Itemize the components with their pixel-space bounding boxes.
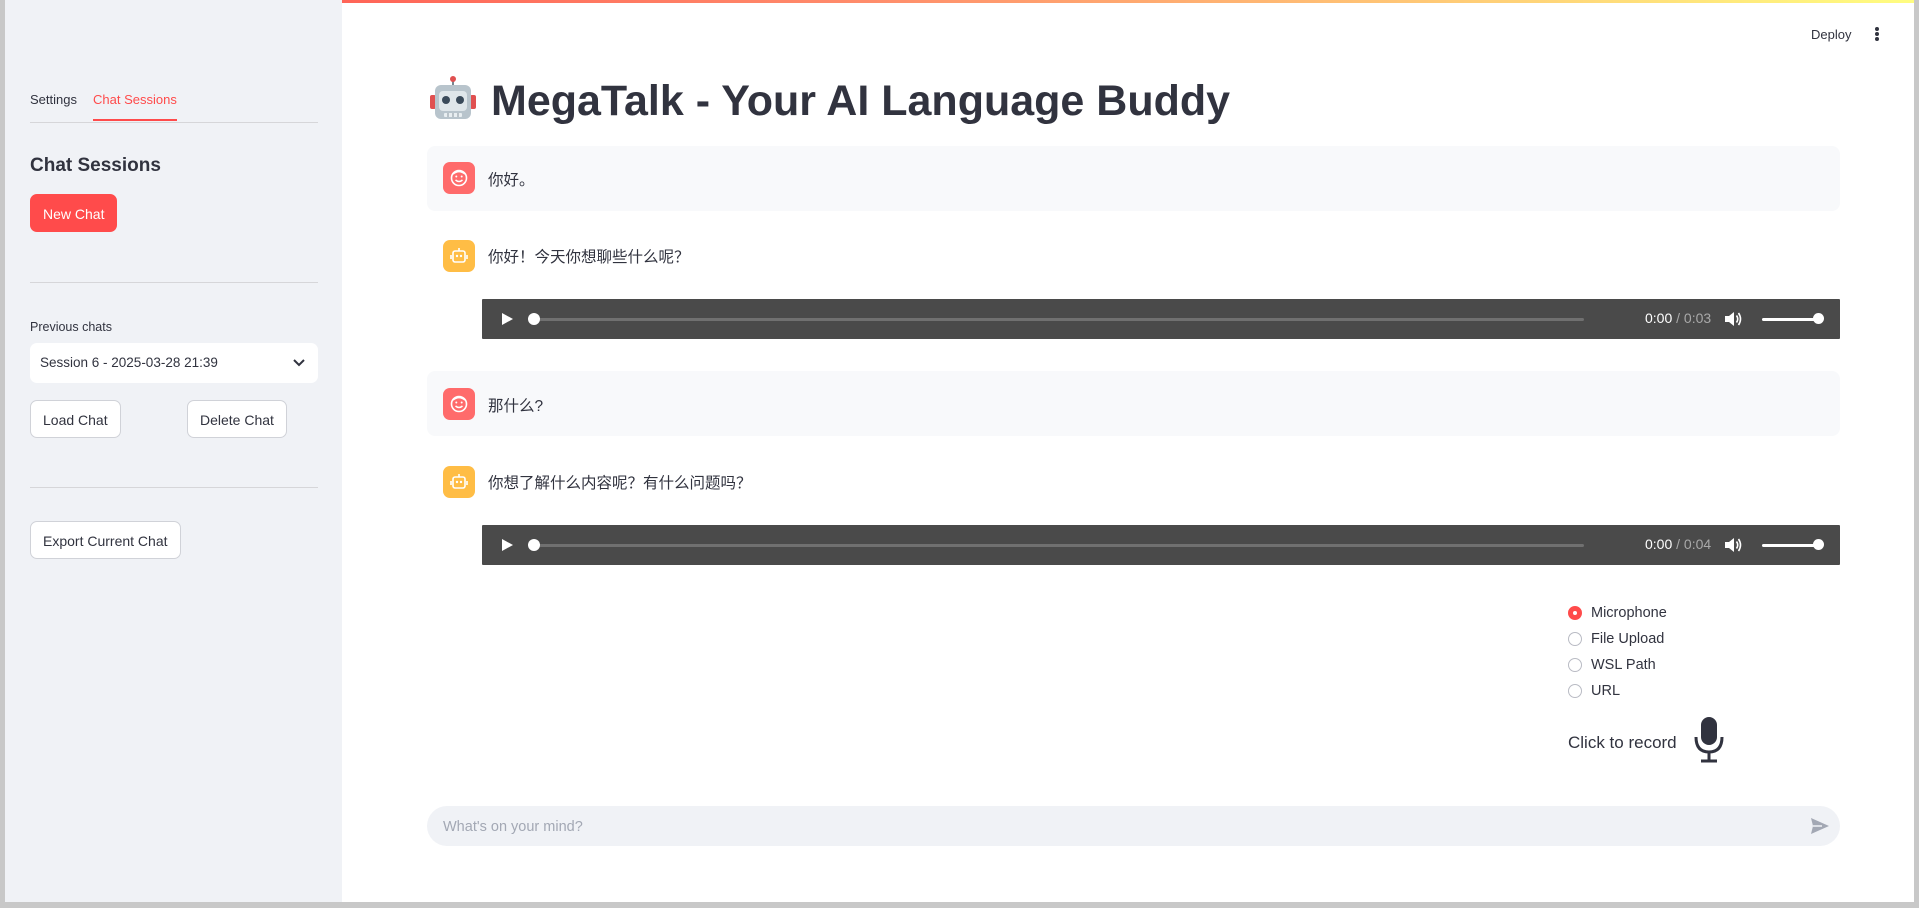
sidebar: Settings Chat Sessions Chat Sessions New…	[5, 0, 342, 902]
radio-label: Microphone	[1591, 605, 1667, 621]
play-icon[interactable]	[500, 312, 514, 331]
chat-message-user: 你好。	[427, 146, 1840, 211]
message-text: 你好。	[488, 172, 535, 189]
previous-chats-select[interactable]: Session 6 - 2025-03-28 21:39	[30, 343, 318, 383]
record-label: Click to record	[1568, 732, 1677, 752]
chevron-down-icon	[292, 343, 306, 398]
radio-option-wsl-path[interactable]: WSL Path	[1568, 652, 1667, 678]
deploy-button[interactable]: Deploy	[1811, 27, 1851, 42]
sidebar-tabs: Settings Chat Sessions	[30, 90, 318, 123]
chat-message-user: 那什么?	[427, 371, 1840, 436]
audio-seek-handle[interactable]	[528, 313, 540, 325]
audio-seek-bar[interactable]	[534, 544, 1584, 547]
new-chat-button[interactable]: New Chat	[30, 194, 118, 232]
chat-input-container	[427, 806, 1840, 848]
record-button[interactable]: Click to record	[1568, 715, 1727, 770]
radio-label: WSL Path	[1591, 657, 1656, 673]
audio-player[interactable]: 0:00 / 0:04	[482, 525, 1840, 565]
radio-button[interactable]	[1568, 632, 1582, 646]
input-source-radio-group: Microphone File Upload WSL Path URL	[1568, 600, 1667, 704]
radio-label: File Upload	[1591, 631, 1665, 647]
bot-face-icon	[443, 466, 475, 498]
volume-slider[interactable]	[1762, 318, 1818, 321]
page-title-text: MegaTalk - Your AI Language Buddy	[491, 76, 1231, 125]
message-text: 你好！今天你想聊些什么呢？	[488, 249, 690, 266]
app-window: Settings Chat Sessions Chat Sessions New…	[5, 0, 1914, 902]
radio-label: URL	[1591, 683, 1621, 699]
main-content: Deploy MegaTalk - Your AI Language Buddy…	[342, 0, 1914, 902]
radio-button[interactable]	[1568, 684, 1582, 698]
volume-icon[interactable]	[1724, 537, 1742, 558]
page-title: MegaTalk - Your AI Language Buddy	[427, 75, 1230, 127]
radio-button[interactable]	[1568, 606, 1582, 620]
audio-duration: / 0:03	[1676, 310, 1712, 326]
volume-slider-handle[interactable]	[1813, 313, 1824, 324]
message-text: 你想了解什么内容呢？有什么问题吗？	[488, 475, 752, 492]
delete-chat-button[interactable]: Delete Chat	[187, 400, 287, 438]
load-chat-button[interactable]: Load Chat	[30, 400, 121, 438]
kebab-menu-icon[interactable]	[1872, 26, 1882, 46]
audio-seek-handle[interactable]	[528, 539, 540, 551]
radio-option-file-upload[interactable]: File Upload	[1568, 626, 1667, 652]
audio-current-time: 0:00	[1645, 536, 1673, 552]
robot-emoji-icon	[427, 75, 479, 127]
audio-time: 0:00 / 0:03	[1645, 310, 1711, 326]
sidebar-divider	[30, 487, 318, 488]
audio-time: 0:00 / 0:04	[1645, 536, 1711, 552]
sidebar-title: Chat Sessions	[30, 155, 161, 176]
radio-button[interactable]	[1568, 658, 1582, 672]
volume-icon[interactable]	[1724, 311, 1742, 332]
tab-settings[interactable]: Settings	[30, 90, 77, 121]
play-icon[interactable]	[500, 538, 514, 557]
radio-option-microphone[interactable]: Microphone	[1568, 600, 1667, 626]
tab-chat-sessions[interactable]: Chat Sessions	[93, 90, 177, 121]
previous-chats-label: Previous chats	[30, 320, 112, 334]
chat-input[interactable]	[441, 806, 1805, 848]
audio-seek-bar[interactable]	[534, 318, 1584, 321]
selected-session-value: Session 6 - 2025-03-28 21:39	[40, 355, 218, 370]
export-chat-button[interactable]: Export Current Chat	[30, 521, 181, 559]
radio-option-url[interactable]: URL	[1568, 678, 1667, 704]
user-face-icon	[443, 162, 475, 194]
audio-current-time: 0:00	[1645, 310, 1673, 326]
audio-duration: / 0:04	[1676, 536, 1712, 552]
sidebar-divider	[30, 282, 318, 283]
volume-slider[interactable]	[1762, 544, 1818, 547]
user-face-icon	[443, 388, 475, 420]
message-text: 那什么?	[488, 398, 544, 415]
volume-slider-handle[interactable]	[1813, 539, 1824, 550]
send-icon[interactable]	[1810, 817, 1830, 840]
bot-face-icon	[443, 240, 475, 272]
audio-player[interactable]: 0:00 / 0:03	[482, 299, 1840, 339]
microphone-icon[interactable]	[1691, 715, 1727, 770]
